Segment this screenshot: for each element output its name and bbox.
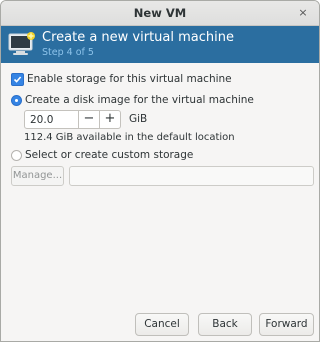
- create-disk-label[interactable]: Create a disk image for the virtual mach…: [25, 94, 254, 106]
- custom-storage-radio[interactable]: [11, 150, 22, 161]
- increment-button[interactable]: +: [99, 110, 121, 129]
- titlebar: New VM ×: [1, 1, 319, 26]
- vm-wizard-icon: [8, 31, 36, 60]
- window-title: New VM: [133, 6, 187, 20]
- custom-storage-label[interactable]: Select or create custom storage: [25, 149, 193, 161]
- close-icon[interactable]: ×: [295, 5, 311, 21]
- wizard-step: Step 4 of 5: [42, 47, 94, 58]
- available-space-text: 112.4 GiB available in the default locat…: [24, 132, 235, 143]
- create-disk-radio[interactable]: [11, 95, 22, 106]
- wizard-header: Create a new virtual machine Step 4 of 5: [1, 26, 319, 63]
- checkmark-icon: [13, 76, 22, 83]
- decrement-button[interactable]: −: [78, 110, 100, 129]
- disk-size-input[interactable]: 20.0: [24, 110, 79, 129]
- manage-button[interactable]: Manage...: [11, 166, 64, 186]
- cancel-button[interactable]: Cancel: [135, 313, 189, 336]
- back-button[interactable]: Back: [198, 313, 252, 336]
- new-vm-window: New VM × Create a new virtual machine St…: [0, 0, 320, 342]
- wizard-title: Create a new virtual machine: [42, 30, 234, 45]
- custom-storage-path-input[interactable]: [69, 166, 314, 186]
- enable-storage-label[interactable]: Enable storage for this virtual machine: [27, 73, 232, 85]
- forward-button[interactable]: Forward: [259, 313, 314, 336]
- disk-size-unit: GiB: [129, 113, 148, 125]
- enable-storage-checkbox[interactable]: [11, 73, 24, 86]
